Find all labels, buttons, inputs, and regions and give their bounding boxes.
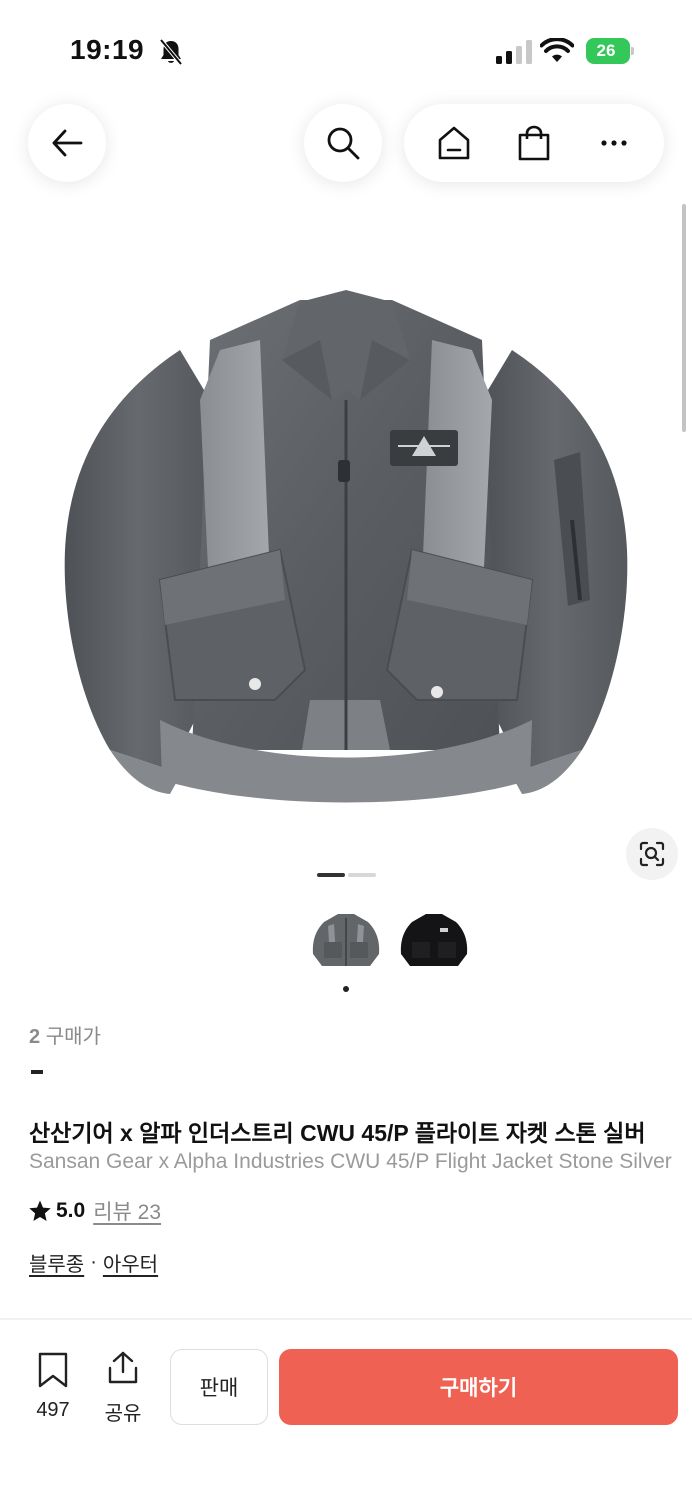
signal-icon xyxy=(496,40,532,64)
bottom-action-bar: 497 공유 판매 구매하기 xyxy=(0,1332,692,1500)
star-icon xyxy=(29,1200,51,1221)
section-divider xyxy=(0,1318,692,1320)
bookmark-count: 497 xyxy=(36,1399,70,1421)
more-icon xyxy=(601,140,627,146)
image-search-button[interactable] xyxy=(626,828,678,880)
back-button[interactable] xyxy=(28,104,106,182)
wifi-icon xyxy=(540,38,574,62)
share-icon xyxy=(108,1351,138,1384)
bookmark-button[interactable]: 497 xyxy=(28,1352,78,1422)
color-option-black[interactable] xyxy=(398,906,470,974)
home-button[interactable] xyxy=(432,121,476,165)
share-label: 공유 xyxy=(104,1403,142,1425)
search-icon xyxy=(327,127,360,160)
status-bar: 19:19 26 xyxy=(0,0,692,100)
scrollbar-thumb[interactable] xyxy=(682,204,686,432)
selected-thumb-indicator xyxy=(343,986,349,992)
cart-button[interactable] xyxy=(512,121,556,165)
buyer-count: 2 구매가 xyxy=(29,1020,101,1049)
buyer-count-label: 구매가 xyxy=(45,1026,101,1048)
price-placeholder xyxy=(31,1070,43,1074)
product-title-english: Sansan Gear x Alpha Industries CWU 45/P … xyxy=(29,1150,672,1173)
review-link[interactable]: 리뷰 23 xyxy=(93,1196,161,1226)
more-button[interactable] xyxy=(592,121,636,165)
nav-button-group xyxy=(404,104,664,182)
bookmark-icon xyxy=(38,1352,68,1388)
thumbnail-gray-jacket xyxy=(310,906,382,974)
category-link-blouson[interactable]: 블루종 xyxy=(29,1248,84,1277)
product-title-korean: 산산기어 x 알파 인더스트리 CWU 45/P 플라이트 자켓 스톤 실버 xyxy=(29,1120,646,1146)
search-button[interactable] xyxy=(304,104,382,182)
rating-value: 5.0 xyxy=(56,1199,86,1222)
sell-button[interactable]: 판매 xyxy=(170,1349,268,1425)
bell-off-icon xyxy=(159,38,183,66)
shopping-bag-icon xyxy=(518,125,550,161)
share-button[interactable]: 공유 xyxy=(98,1350,148,1426)
status-time: 19:19 xyxy=(70,34,145,65)
gallery-pager-inactive xyxy=(348,873,376,877)
buyer-count-number: 2 xyxy=(29,1026,41,1048)
rating: 5.0 리뷰 23 xyxy=(28,1196,161,1226)
gallery-pager-active xyxy=(317,873,345,877)
lens-search-icon xyxy=(639,841,665,867)
thumbnail-black-jacket xyxy=(398,906,470,974)
category-separator: · xyxy=(90,1251,97,1273)
category-link-outer[interactable]: 아우터 xyxy=(103,1248,158,1277)
buy-button[interactable]: 구매하기 xyxy=(279,1349,678,1425)
category-breadcrumb: 블루종 · 아우터 xyxy=(29,1248,158,1277)
battery-indicator: 26 xyxy=(586,38,634,64)
battery-level: 26 xyxy=(596,41,616,60)
color-option-stone-silver[interactable] xyxy=(310,906,382,974)
home-icon xyxy=(438,126,470,160)
back-arrow-icon xyxy=(52,129,83,157)
product-image[interactable] xyxy=(60,280,632,805)
